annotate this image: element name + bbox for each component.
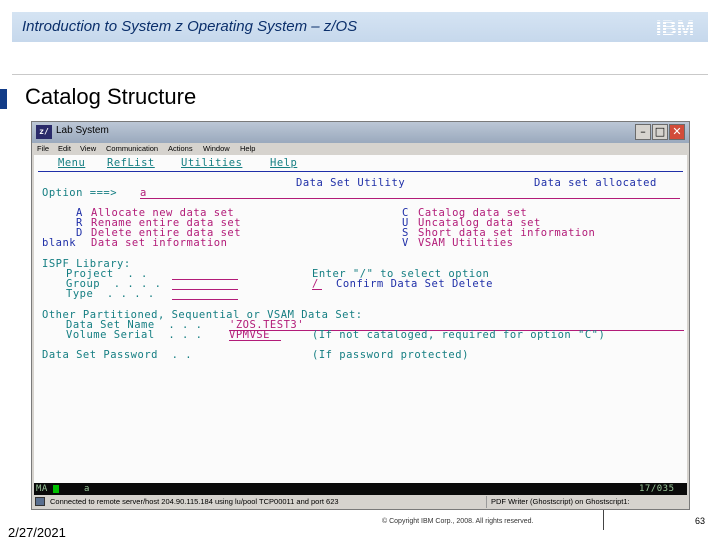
window-menubar: File Edit View Communication Actions Win…: [32, 143, 689, 155]
terminal-app-icon[interactable]: z/: [36, 125, 52, 139]
ispf-menu-help[interactable]: Help: [270, 157, 297, 169]
connection-icon: [35, 497, 45, 506]
footer-copyright: © Copyright IBM Corp., 2008. All rights …: [382, 518, 534, 525]
menu-communication[interactable]: Communication: [106, 144, 158, 153]
password-label: Data Set Password . .: [42, 349, 193, 361]
keyboard-lock-icon: [53, 485, 59, 493]
window-title: Lab System: [56, 125, 109, 136]
printer-status: PDF Writer (Ghostscript) on Ghostscript1…: [491, 497, 630, 506]
volser-label: Volume Serial . . .: [66, 329, 203, 341]
title-accent-bar: [0, 89, 7, 109]
option-key: V: [402, 237, 409, 249]
option-input[interactable]: a: [140, 187, 680, 199]
slide-title: Catalog Structure: [25, 84, 197, 109]
maximize-icon[interactable]: □: [652, 124, 668, 140]
minimize-icon[interactable]: –: [635, 124, 651, 140]
menu-window[interactable]: Window: [203, 144, 230, 153]
ispf-menu-reflist[interactable]: RefList: [107, 157, 155, 169]
header-divider: [12, 74, 708, 75]
action-bar-divider: [38, 171, 683, 172]
menu-edit[interactable]: Edit: [58, 144, 71, 153]
svg-text:IBM: IBM: [656, 17, 695, 38]
slide-header: Introduction to System z Operating Syste…: [12, 12, 708, 42]
terminal-window: z/ Lab System – □ ✕ File Edit View Commu…: [31, 121, 690, 510]
ibm-logo: IBM: [652, 16, 698, 40]
footer-date: 2/27/2021: [8, 525, 66, 540]
window-titlebar[interactable]: z/ Lab System – □ ✕: [32, 122, 689, 143]
operator-info-area: MA a 17/035: [34, 483, 687, 495]
window-statusbar: Connected to remote server/host 204.90.1…: [32, 495, 689, 509]
page-number: 63: [695, 516, 706, 526]
type-label: Type . . . .: [66, 288, 155, 300]
option-desc: Data set information: [91, 237, 228, 249]
option-key: D: [76, 227, 83, 239]
oia-indicator: MA: [36, 484, 48, 494]
statusbar-divider: [486, 496, 487, 508]
footer-divider: [603, 510, 604, 530]
menu-view[interactable]: View: [80, 144, 96, 153]
type-field[interactable]: [172, 288, 238, 300]
terminal-screen[interactable]: Menu RefList Utilities Help Data Set Uti…: [34, 155, 687, 483]
oia-typed: a: [84, 484, 90, 494]
close-icon[interactable]: ✕: [669, 124, 685, 140]
option-desc: VSAM Utilities: [418, 237, 514, 249]
volser-note: (If not cataloged, required for option "…: [312, 329, 606, 341]
menu-help[interactable]: Help: [240, 144, 255, 153]
option-key: blank: [42, 237, 77, 249]
ispf-menu-utilities[interactable]: Utilities: [181, 157, 242, 169]
menu-file[interactable]: File: [37, 144, 49, 153]
option-label: Option ===>: [42, 187, 118, 199]
header-title: Introduction to System z Operating Syste…: [22, 18, 358, 35]
volser-input[interactable]: VPMVSE: [229, 329, 281, 341]
confirm-delete-checkbox[interactable]: /: [312, 278, 322, 290]
connection-status: Connected to remote server/host 204.90.1…: [50, 497, 339, 506]
cursor-position: 17/035: [639, 484, 675, 494]
confirm-delete-label: Confirm Data Set Delete: [336, 278, 493, 290]
password-note: (If password protected): [312, 349, 469, 361]
ispf-menu-menu[interactable]: Menu: [58, 157, 85, 169]
menu-actions[interactable]: Actions: [168, 144, 193, 153]
